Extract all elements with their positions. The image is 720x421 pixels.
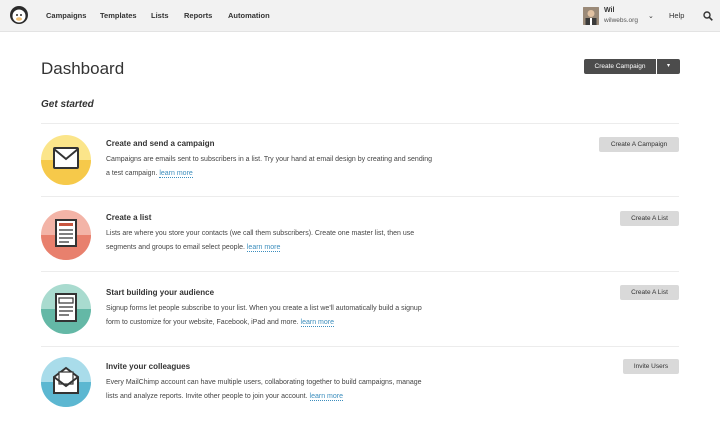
- row-divider: [41, 271, 679, 272]
- row-divider: [41, 123, 679, 124]
- top-nav: Campaigns Templates Lists Reports Automa…: [0, 0, 720, 32]
- create-a-campaign-button[interactable]: Create A Campaign: [599, 137, 679, 152]
- row-description-text: Signup forms let people subscribe to you…: [106, 305, 422, 326]
- learn-more-link[interactable]: learn more: [300, 319, 335, 327]
- signup-form-icon: [41, 284, 91, 334]
- row-divider: [41, 346, 679, 347]
- chevron-down-icon[interactable]: ⌄: [648, 12, 654, 20]
- create-campaign-dropdown-button[interactable]: ▾: [657, 59, 680, 74]
- user-name[interactable]: Wil: [604, 7, 614, 14]
- create-a-list-button[interactable]: Create A List: [620, 285, 679, 300]
- row-title: Create and send a campaign: [106, 139, 215, 148]
- learn-more-link[interactable]: learn more: [309, 393, 343, 401]
- learn-more-link[interactable]: learn more: [246, 244, 281, 252]
- nav-campaigns[interactable]: Campaigns: [46, 11, 86, 20]
- list-icon: [41, 210, 91, 260]
- row-description: Every MailChimp account can have multipl…: [106, 376, 431, 404]
- invite-envelope-icon: [41, 357, 91, 407]
- envelope-icon: [41, 135, 91, 185]
- avatar[interactable]: [583, 7, 599, 25]
- invite-users-button[interactable]: Invite Users: [623, 359, 679, 374]
- nav-lists[interactable]: Lists: [151, 11, 169, 20]
- row-title: Create a list: [106, 213, 152, 222]
- nav-reports[interactable]: Reports: [184, 11, 212, 20]
- create-a-list-button[interactable]: Create A List: [620, 211, 679, 226]
- section-title: Get started: [41, 99, 94, 110]
- row-description: Lists are where you store your contacts …: [106, 227, 436, 255]
- page-title: Dashboard: [41, 59, 125, 78]
- create-campaign-group: Create Campaign ▾: [584, 59, 680, 74]
- row-description-text: Every MailChimp account can have multipl…: [106, 379, 422, 400]
- row-description: Campaigns are emails sent to subscribers…: [106, 153, 436, 181]
- row-divider: [41, 196, 679, 197]
- row-description: Signup forms let people subscribe to you…: [106, 302, 436, 330]
- row-title: Start building your audience: [106, 288, 215, 297]
- chimp-logo-icon[interactable]: [9, 5, 29, 26]
- nav-templates[interactable]: Templates: [100, 11, 137, 20]
- row-title: Invite your colleagues: [106, 362, 191, 371]
- help-link[interactable]: Help: [669, 11, 684, 20]
- search-icon[interactable]: [703, 11, 713, 21]
- nav-automation[interactable]: Automation: [228, 11, 270, 20]
- learn-more-link[interactable]: learn more: [159, 170, 193, 178]
- row-description-text: Campaigns are emails sent to subscribers…: [106, 156, 433, 177]
- create-campaign-button[interactable]: Create Campaign: [584, 59, 656, 74]
- user-org[interactable]: wilwebs.org: [604, 17, 638, 24]
